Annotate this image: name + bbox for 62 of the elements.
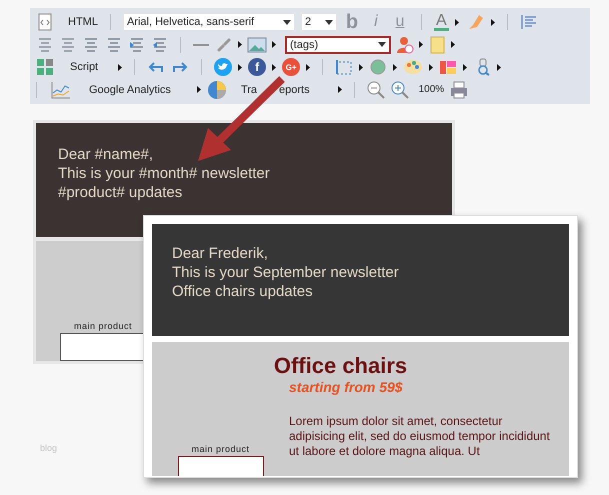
html-button[interactable]: HTML xyxy=(68,16,98,28)
bird-icon[interactable] xyxy=(214,58,232,76)
align-icon[interactable] xyxy=(520,13,538,31)
palette-icon[interactable] xyxy=(403,58,424,76)
greeting-line: Dear Frederik, xyxy=(172,244,269,263)
body-text: Lorem ipsum dolor sit amet, consectetur adipisicing elit, sed do eiusmod tempor incididunt ut labore et dolore magna aliqua. Ut xyxy=(289,414,551,460)
caret-icon[interactable] xyxy=(359,64,364,71)
caret-icon[interactable] xyxy=(451,41,455,48)
size-select[interactable]: 2 xyxy=(300,13,337,31)
caret-icon[interactable] xyxy=(238,64,242,71)
caret-icon[interactable] xyxy=(497,64,502,71)
product-title: Office chairs xyxy=(272,354,408,378)
greeting-line: This is your September newsletter xyxy=(172,263,400,282)
reports-button[interactable]: Tra xyxy=(240,84,258,96)
indent-icon[interactable] xyxy=(128,36,146,54)
dropdown-caret-icon[interactable] xyxy=(378,42,386,48)
caret-icon[interactable] xyxy=(118,64,122,71)
dropdown-caret-icon[interactable] xyxy=(324,20,333,24)
reports-button[interactable]: eports xyxy=(279,84,310,96)
link-icon[interactable] xyxy=(215,36,233,54)
analytics-button[interactable]: Google Analytics xyxy=(89,84,171,96)
caret-icon[interactable] xyxy=(490,18,495,26)
code-file-icon[interactable] xyxy=(36,13,54,31)
facebook-button[interactable]: f xyxy=(248,58,266,76)
caret-icon[interactable] xyxy=(454,18,459,26)
circle-icon[interactable] xyxy=(369,58,388,76)
dropdown-caret-icon[interactable] xyxy=(282,20,291,24)
align-center-icon[interactable] xyxy=(36,36,54,54)
caret-icon[interactable] xyxy=(463,64,468,71)
script-button[interactable]: Script xyxy=(70,61,98,74)
tags-select[interactable]: (tags) xyxy=(285,36,391,54)
zoom-out-icon[interactable] xyxy=(366,80,385,99)
google-plus-button[interactable]: G+ xyxy=(282,58,300,76)
line-chart-icon[interactable] xyxy=(51,80,71,99)
greeting-line: Dear #name#, xyxy=(58,145,154,164)
caret-icon[interactable] xyxy=(306,64,310,71)
greeting-line: #product# updates xyxy=(58,183,184,202)
image-icon[interactable] xyxy=(247,36,267,54)
product-label: main product xyxy=(191,444,250,454)
pie-chart-icon[interactable] xyxy=(206,80,227,99)
font-color-button[interactable]: A xyxy=(434,13,449,31)
caret-icon[interactable] xyxy=(393,64,398,71)
layout-icon[interactable] xyxy=(439,58,458,76)
greeting-line: This is your #month# newsletter xyxy=(58,164,271,183)
zoom-level: 100% xyxy=(418,84,444,96)
printer-icon[interactable] xyxy=(450,80,468,99)
price-subtitle: starting from 59$ xyxy=(289,378,404,396)
outdent-icon[interactable] xyxy=(151,36,169,54)
product-label: main product xyxy=(74,321,132,331)
font-select[interactable]: Arial, Helvetica, sans-serif xyxy=(122,13,295,31)
user-block-icon[interactable] xyxy=(396,36,414,54)
blocks-icon[interactable] xyxy=(36,58,54,76)
caret-icon[interactable] xyxy=(429,64,434,71)
caret-icon[interactable] xyxy=(419,41,423,48)
caret-icon[interactable] xyxy=(272,64,276,71)
caret-icon[interactable] xyxy=(272,41,276,48)
caret-icon[interactable] xyxy=(338,86,342,94)
dashed-selection-icon[interactable] xyxy=(335,58,354,76)
zoom-in-icon[interactable] xyxy=(390,80,409,99)
caret-icon[interactable] xyxy=(196,86,201,94)
caret-icon[interactable] xyxy=(238,41,242,48)
greeting-line: Office chairs updates xyxy=(172,282,314,301)
